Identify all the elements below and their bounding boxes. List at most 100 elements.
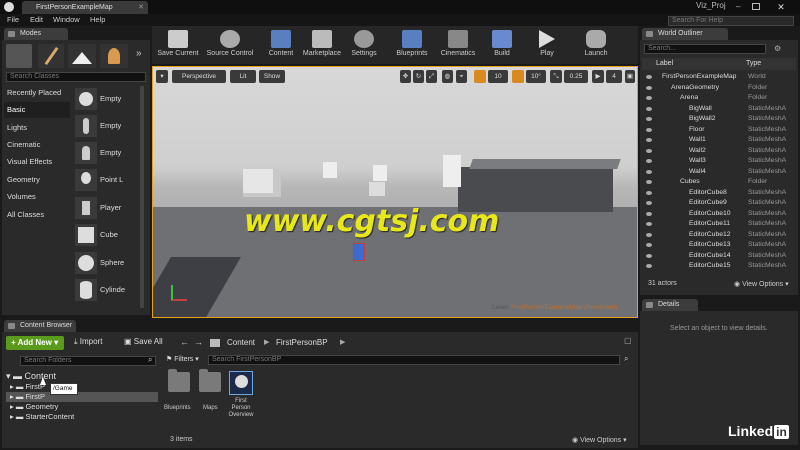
folder-search-input[interactable]: Search Folders xyxy=(20,356,156,366)
visibility-eye-icon[interactable] xyxy=(646,106,652,111)
actor-cube[interactable]: Cube xyxy=(73,223,140,249)
actor-sphere[interactable]: Sphere xyxy=(73,251,140,277)
tab-content-browser[interactable]: Content Browser xyxy=(4,320,76,332)
history-back-icon[interactable]: ← xyxy=(180,337,189,347)
outliner-row[interactable]: EditorCube15 StaticMeshA xyxy=(644,261,796,272)
outliner-search-input[interactable]: Search... xyxy=(644,44,766,54)
outliner-row[interactable]: EditorCube14 StaticMeshA xyxy=(644,251,796,262)
class-search-input[interactable]: Search Classes xyxy=(6,72,146,82)
window-maximize-icon[interactable] xyxy=(752,3,760,10)
visibility-eye-icon[interactable] xyxy=(646,127,652,132)
grid-snap-icon[interactable] xyxy=(474,70,486,83)
outliner-row[interactable]: Wall1 StaticMeshA xyxy=(644,135,796,146)
level-tab[interactable]: FirstPersonExampleMap ✕ xyxy=(22,1,148,14)
toolbar-marketplace[interactable]: Marketplace xyxy=(298,30,346,62)
camera-speed-value[interactable]: 4 xyxy=(606,70,622,83)
translate-tool-icon[interactable]: ✥ xyxy=(400,70,411,83)
asset-overview-thumbnail[interactable] xyxy=(229,371,253,395)
visibility-eye-icon[interactable] xyxy=(646,232,652,237)
asset-search-input[interactable]: Search FirstPersonBP xyxy=(208,355,620,365)
visibility-eye-icon[interactable] xyxy=(646,253,652,258)
visibility-eye-icon[interactable] xyxy=(646,211,652,216)
lock-icon[interactable]: ▢ xyxy=(624,336,634,347)
outliner-row[interactable]: EditorCube10 StaticMeshA xyxy=(644,209,796,220)
filters-button[interactable]: ⚑ Filters ▾ xyxy=(166,355,199,363)
outliner-row[interactable]: BigWall2 StaticMeshA xyxy=(644,114,796,125)
outliner-row[interactable]: FirstPersonExampleMap World xyxy=(644,72,796,83)
visibility-eye-icon[interactable] xyxy=(646,138,652,142)
grid-snap-value[interactable]: 10 xyxy=(488,70,508,83)
toolbar-content[interactable]: Content xyxy=(262,30,300,62)
category-all-classes[interactable]: All Classes xyxy=(4,207,70,223)
toolbar-launch[interactable]: Launch xyxy=(578,30,614,62)
add-new-button[interactable]: + Add New ▾ xyxy=(6,336,64,350)
visibility-eye-icon[interactable] xyxy=(646,159,652,163)
visibility-eye-icon[interactable] xyxy=(646,222,652,226)
toolbar-save-current[interactable]: Save Current xyxy=(154,30,202,62)
outliner-row[interactable]: EditorCube12 StaticMeshA xyxy=(644,230,796,241)
column-label[interactable]: Label xyxy=(656,60,673,67)
breadcrumb-content[interactable]: Content xyxy=(227,338,255,347)
toolbar-cinematics[interactable]: Cinematics xyxy=(434,30,482,62)
tree-root[interactable]: ▾ ▬ Content xyxy=(6,371,56,382)
outliner-row[interactable]: EditorCube8 StaticMeshA xyxy=(644,188,796,199)
visibility-eye-icon[interactable] xyxy=(646,169,652,174)
place-mode-icon[interactable] xyxy=(6,44,32,68)
history-forward-icon[interactable]: → xyxy=(194,337,203,347)
outliner-row[interactable]: BigWall StaticMeshA xyxy=(644,104,796,115)
landscape-mode-icon[interactable] xyxy=(68,44,96,68)
content-view-options[interactable]: ◉ View Options ▾ xyxy=(572,436,627,444)
foliage-mode-icon[interactable] xyxy=(100,44,128,68)
camera-speed-icon[interactable]: ▶ xyxy=(592,70,604,83)
visibility-eye-icon[interactable] xyxy=(646,190,652,195)
outliner-row[interactable]: Wall2 StaticMeshA xyxy=(644,146,796,157)
actor-empty-character[interactable]: Empty xyxy=(73,114,140,140)
visibility-eye-icon[interactable] xyxy=(646,243,652,247)
toolbar-build[interactable]: Build xyxy=(484,30,520,62)
player-start-gizmo[interactable] xyxy=(353,243,365,261)
modes-scrollbar[interactable] xyxy=(140,86,144,308)
outliner-row[interactable]: Wall3 StaticMeshA xyxy=(644,156,796,167)
outliner-row[interactable]: EditorCube13 StaticMeshA xyxy=(644,240,796,251)
outliner-row[interactable]: Floor StaticMeshA xyxy=(644,125,796,136)
lit-button[interactable]: Lit xyxy=(230,70,256,83)
visibility-eye-icon[interactable] xyxy=(646,201,652,205)
actor-cylinder[interactable]: Cylinde xyxy=(73,278,140,304)
menu-help[interactable]: Help xyxy=(90,15,105,24)
help-search-input[interactable]: Search For Help xyxy=(668,16,794,26)
outliner-row[interactable]: Wall4 StaticMeshA xyxy=(644,167,796,178)
tab-details[interactable]: Details xyxy=(642,299,698,311)
viewport[interactable] xyxy=(152,66,638,318)
visibility-eye-icon[interactable] xyxy=(646,85,652,90)
show-button[interactable]: Show xyxy=(259,70,285,83)
outliner-row[interactable]: ArenaGeometry Folder xyxy=(644,83,796,94)
surface-snap-icon[interactable]: ⌖ xyxy=(456,70,467,83)
visibility-eye-icon[interactable] xyxy=(646,96,652,100)
category-basic[interactable]: Basic xyxy=(4,102,70,118)
category-recently-placed[interactable]: Recently Placed xyxy=(4,85,70,101)
outliner-row[interactable]: EditorCube9 StaticMeshA xyxy=(644,198,796,209)
rotation-snap-icon[interactable] xyxy=(512,70,524,83)
category-lights[interactable]: Lights xyxy=(4,120,70,136)
perspective-button[interactable]: Perspective xyxy=(172,70,226,83)
close-icon[interactable]: ✕ xyxy=(138,1,144,14)
outliner-row[interactable]: Arena Folder xyxy=(644,93,796,104)
menu-edit[interactable]: Edit xyxy=(30,15,43,24)
toolbar-blueprints[interactable]: Blueprints xyxy=(388,30,436,62)
save-all-button[interactable]: ▣ Save All xyxy=(124,337,163,346)
outliner-row[interactable]: Cubes Folder xyxy=(644,177,796,188)
tree-item-firstpersonbp[interactable]: ▸ ▬ FirstP xyxy=(6,392,158,402)
paint-mode-icon[interactable] xyxy=(38,44,64,68)
category-volumes[interactable]: Volumes xyxy=(4,189,70,205)
asset-maps-folder-icon[interactable] xyxy=(199,369,221,392)
scale-snap-icon[interactable]: ⤡ xyxy=(550,70,562,83)
rotate-tool-icon[interactable]: ↻ xyxy=(413,70,424,83)
breadcrumb-firstpersonbp[interactable]: FirstPersonBP xyxy=(276,338,328,347)
window-minimize-icon[interactable]: – xyxy=(736,2,746,11)
rotation-snap-value[interactable]: 10° xyxy=(526,70,546,83)
asset-blueprints-folder-icon[interactable] xyxy=(168,369,190,392)
more-modes-icon[interactable]: » xyxy=(136,48,142,59)
tab-world-outliner[interactable]: World Outliner xyxy=(642,28,728,40)
category-geometry[interactable]: Geometry xyxy=(4,172,70,188)
actor-empty-actor[interactable]: Empty xyxy=(73,87,140,113)
